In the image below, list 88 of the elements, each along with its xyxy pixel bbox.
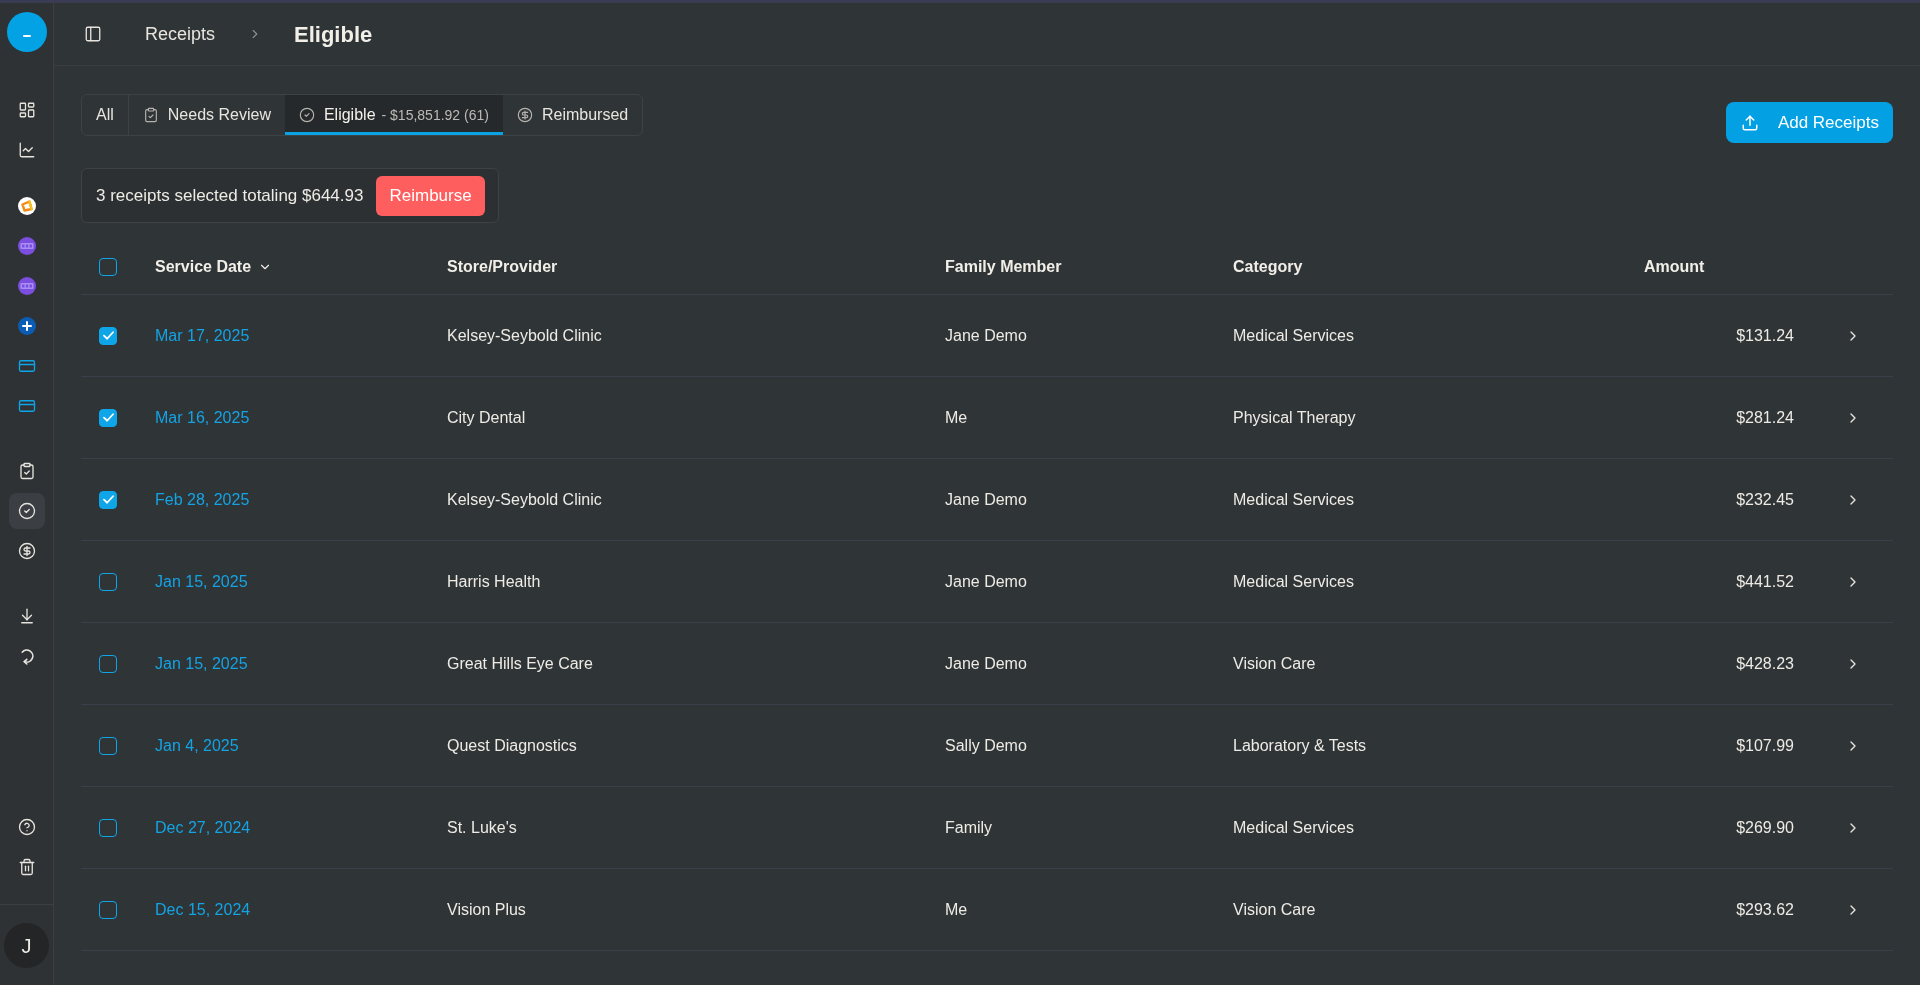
clipboard-check-icon [142,107,159,123]
table-cell-text: St. Luke's [447,817,517,838]
band-logo-icon [17,277,36,295]
table-cell-text: Medical Services [1233,325,1354,346]
table-cell-text: $281.24 [1736,407,1794,428]
checkbox[interactable] [99,654,117,673]
table-cell-text: $428.23 [1736,653,1794,674]
checkbox[interactable] [99,326,117,345]
check-circle-icon [298,107,315,123]
table-cell-text: Me [945,407,968,428]
breadcrumb-link[interactable]: Receipts [145,20,216,48]
date-link[interactable]: Jan 15, 2025 [155,569,248,594]
table-cell-text: $232.45 [1736,489,1794,510]
table-cell-text: Sally Demo [945,735,1027,756]
date-link[interactable]: Mar 16, 2025 [155,405,250,430]
panel-icon[interactable] [84,25,102,43]
tab[interactable]: Needs Review [128,95,285,135]
table-cell-text: Great Hills Eye Care [447,653,593,674]
table-cell-text: $131.24 [1736,325,1794,346]
checkbox[interactable] [99,257,117,276]
table-cell-text: $107.99 [1736,735,1794,756]
tab[interactable]: All [82,95,129,135]
table-cell-text: Vision Plus [447,899,526,920]
table-cell-text: City Dental [447,407,526,428]
table-cell-text: $293.62 [1736,899,1794,920]
checkbox[interactable] [99,490,117,509]
table-cell-text: Medical Services [1233,489,1354,510]
help-icon [17,818,36,836]
table-cell-text: Jane Demo [945,489,1027,510]
table-cell-text: Harris Health [447,571,541,592]
checkbox[interactable] [99,900,117,919]
column-header: Family Member [945,256,1062,277]
sidebar-item[interactable] [8,493,45,529]
credit-card-icon [17,397,36,415]
table-cell-text: Family [945,817,993,838]
plus-circle-icon [17,317,36,335]
table-cell-text: Vision Care [1233,653,1316,674]
table-cell-text: $441.52 [1736,571,1794,592]
reimburse-button[interactable]: Reimburse [376,175,485,216]
line-chart-icon [17,141,36,159]
date-link[interactable]: Dec 15, 2024 [155,897,251,922]
checkbox[interactable] [99,736,117,755]
checkbox[interactable] [99,408,117,427]
check-icon [102,495,114,504]
upload-icon [1740,113,1759,132]
column-header[interactable]: Service Date [155,254,273,279]
table-cell-text: Laboratory & Tests [1233,735,1367,756]
date-link[interactable]: Mar 17, 2025 [155,323,250,348]
date-link[interactable]: Feb 28, 2025 [155,487,250,512]
table-cell-text: $269.90 [1736,817,1794,838]
diamond-logo-icon [17,197,36,215]
date-link[interactable]: Jan 4, 2025 [155,733,239,758]
trash-icon [17,858,36,876]
check-icon [102,331,114,340]
table-cell-text: Quest Diagnostics [447,735,577,756]
column-header: Store/Provider [447,256,558,277]
table-cell-text: Me [945,899,968,920]
add-receipts-button[interactable]: Add Receipts [1725,102,1893,143]
column-header: Amount [1644,256,1705,277]
check-circle-icon [17,502,36,520]
avatar[interactable]: J [4,923,49,968]
page-title: Eligible [294,20,373,49]
table-cell-text: Kelsey-Seybold Clinic [447,489,602,510]
circular-arrow-icon [18,647,35,665]
credit-card-icon [17,357,36,375]
selection-summary: 3 receipts selected totaling $644.93 [96,184,364,207]
table-cell-text: Jane Demo [945,653,1027,674]
column-header: Category [1233,256,1303,277]
dollar-circle-icon [17,542,36,560]
table-cell-text: Kelsey-Seybold Clinic [447,325,602,346]
table-cell-text: Physical Therapy [1233,407,1356,428]
table-cell-text: Vision Care [1233,899,1316,920]
checkbox[interactable] [99,572,117,591]
app-logo-icon[interactable] [6,12,47,52]
checkbox[interactable] [99,818,117,837]
table-cell-text: Jane Demo [945,325,1027,346]
tab[interactable]: Eligible - $15,851.92 (61) [284,95,503,135]
table-cell-text: Medical Services [1233,571,1354,592]
date-link[interactable]: Jan 15, 2025 [155,651,248,676]
tab[interactable]: Reimbursed [502,95,643,135]
date-link[interactable]: Dec 27, 2024 [155,815,251,840]
band-logo-icon [17,237,36,255]
check-icon [102,413,114,422]
dashboard-icon [17,101,36,119]
dollar-circle-icon [516,107,533,123]
clipboard-check-icon [17,462,36,480]
table-cell-text: Jane Demo [945,571,1027,592]
table-cell-text: Medical Services [1233,817,1354,838]
